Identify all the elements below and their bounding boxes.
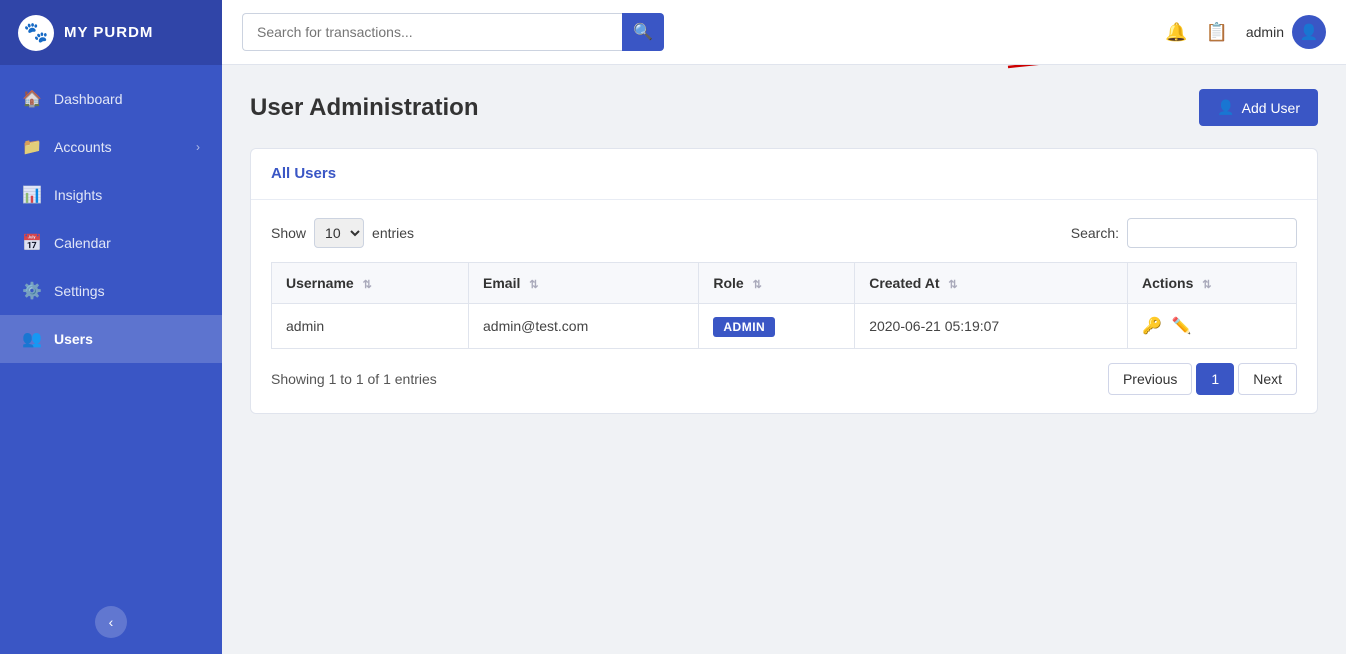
user-menu[interactable]: admin 👤 [1246,15,1326,49]
sidebar-item-dashboard[interactable]: 🏠 Dashboard [0,75,222,123]
page-content: User Administration 👤 Add User [222,65,1346,654]
users-card: All Users Show 10 25 50 entries [250,148,1318,414]
topbar-right: 🔔 📋 admin 👤 [1165,15,1326,49]
logo-icon: 🐾 [18,15,54,51]
table-row: admin admin@test.com ADMIN 2020-06-21 05… [272,304,1297,349]
previous-button[interactable]: Previous [1108,363,1192,395]
main-area: 🔍 🔔 📋 admin 👤 User Administration [222,0,1346,654]
sidebar-item-label-settings: Settings [54,283,105,299]
cell-actions: 🔑 ✏️ [1128,304,1297,349]
messages-icon[interactable]: 📋 [1205,22,1227,43]
page-header: User Administration 👤 Add User [250,89,1318,126]
show-label: Show [271,225,306,241]
sidebar-item-label-insights: Insights [54,187,102,203]
sidebar: 🐾 MY PURDM 🏠 Dashboard 📁 Accounts › 📊 In… [0,0,222,654]
cell-role: ADMIN [699,304,855,349]
next-button[interactable]: Next [1238,363,1297,395]
col-email: Email ⇅ [469,263,699,304]
key-icon[interactable]: 🔑 [1142,318,1162,335]
users-table: Username ⇅ Email ⇅ Role ⇅ [271,262,1297,349]
add-user-label: Add User [1242,100,1300,116]
card-header: All Users [251,149,1317,200]
col-created-at-label: Created At [869,275,939,291]
edit-icon[interactable]: ✏️ [1172,318,1192,335]
sort-icon-email[interactable]: ⇅ [529,279,538,291]
table-controls: Show 10 25 50 entries Search: [271,218,1297,248]
search-icon: 🔍 [633,22,653,42]
col-username-label: Username [286,275,354,291]
search-input[interactable] [242,13,622,51]
col-created-at: Created At ⇅ [855,263,1128,304]
collapse-button[interactable]: ‹ [95,606,127,638]
sidebar-logo: 🐾 MY PURDM [0,0,222,65]
entries-select[interactable]: 10 25 50 [314,218,364,248]
cell-username: admin [272,304,469,349]
sidebar-item-accounts[interactable]: 📁 Accounts › [0,123,222,171]
users-icon: 👥 [22,329,42,349]
topbar: 🔍 🔔 📋 admin 👤 [222,0,1346,65]
arrow-annotation [998,65,1218,77]
sidebar-item-label-users: Users [54,331,93,347]
col-email-label: Email [483,275,520,291]
col-username: Username ⇅ [272,263,469,304]
search-wrap: 🔍 [242,13,682,51]
pagination: Previous 1 Next [1108,363,1297,395]
chevron-left-icon: ‹ [109,614,114,630]
entries-label: entries [372,225,414,241]
table-search-input[interactable] [1127,218,1297,248]
username-label: admin [1246,24,1284,40]
search-button[interactable]: 🔍 [622,13,664,51]
showing-text: Showing 1 to 1 of 1 entries [271,371,437,387]
col-actions: Actions ⇅ [1128,263,1297,304]
notification-icon[interactable]: 🔔 [1165,22,1187,43]
add-user-area: 👤 Add User [1199,89,1318,126]
card-body: Show 10 25 50 entries Search: [251,200,1317,413]
table-header: Username ⇅ Email ⇅ Role ⇅ [272,263,1297,304]
sort-icon-created-at[interactable]: ⇅ [948,279,957,291]
sidebar-item-users[interactable]: 👥 Users [0,315,222,363]
settings-icon: ⚙️ [22,281,42,301]
sidebar-item-calendar[interactable]: 📅 Calendar [0,219,222,267]
dashboard-icon: 🏠 [22,89,42,109]
sort-icon-actions[interactable]: ⇅ [1202,279,1211,291]
col-role-label: Role [713,275,743,291]
role-badge: ADMIN [713,317,775,337]
table-search-area: Search: [1071,218,1297,248]
sidebar-item-label-dashboard: Dashboard [54,91,123,107]
show-entries-control: Show 10 25 50 entries [271,218,414,248]
cell-email: admin@test.com [469,304,699,349]
page-title: User Administration [250,94,478,122]
chevron-right-icon: › [196,140,200,154]
sort-icon-role[interactable]: ⇅ [753,279,762,291]
app-name: MY PURDM [64,24,153,41]
sort-icon-username[interactable]: ⇅ [363,279,372,291]
sidebar-item-settings[interactable]: ⚙️ Settings [0,267,222,315]
table-body: admin admin@test.com ADMIN 2020-06-21 05… [272,304,1297,349]
sidebar-item-label-calendar: Calendar [54,235,111,251]
col-actions-label: Actions [1142,275,1193,291]
insights-icon: 📊 [22,185,42,205]
col-role: Role ⇅ [699,263,855,304]
pagination-row: Showing 1 to 1 of 1 entries Previous 1 N… [271,363,1297,395]
avatar: 👤 [1292,15,1326,49]
sidebar-nav: 🏠 Dashboard 📁 Accounts › 📊 Insights 📅 Ca… [0,65,222,590]
card-title: All Users [271,165,336,182]
sidebar-collapse-section: ‹ [0,590,222,654]
table-search-label: Search: [1071,225,1119,241]
person-add-icon: 👤 [1217,99,1234,116]
accounts-icon: 📁 [22,137,42,157]
cell-created-at: 2020-06-21 05:19:07 [855,304,1128,349]
add-user-button[interactable]: 👤 Add User [1199,89,1318,126]
sidebar-item-insights[interactable]: 📊 Insights [0,171,222,219]
avatar-icon: 👤 [1300,23,1319,41]
calendar-icon: 📅 [22,233,42,253]
page-1-button[interactable]: 1 [1196,363,1234,395]
sidebar-item-label-accounts: Accounts [54,139,112,155]
